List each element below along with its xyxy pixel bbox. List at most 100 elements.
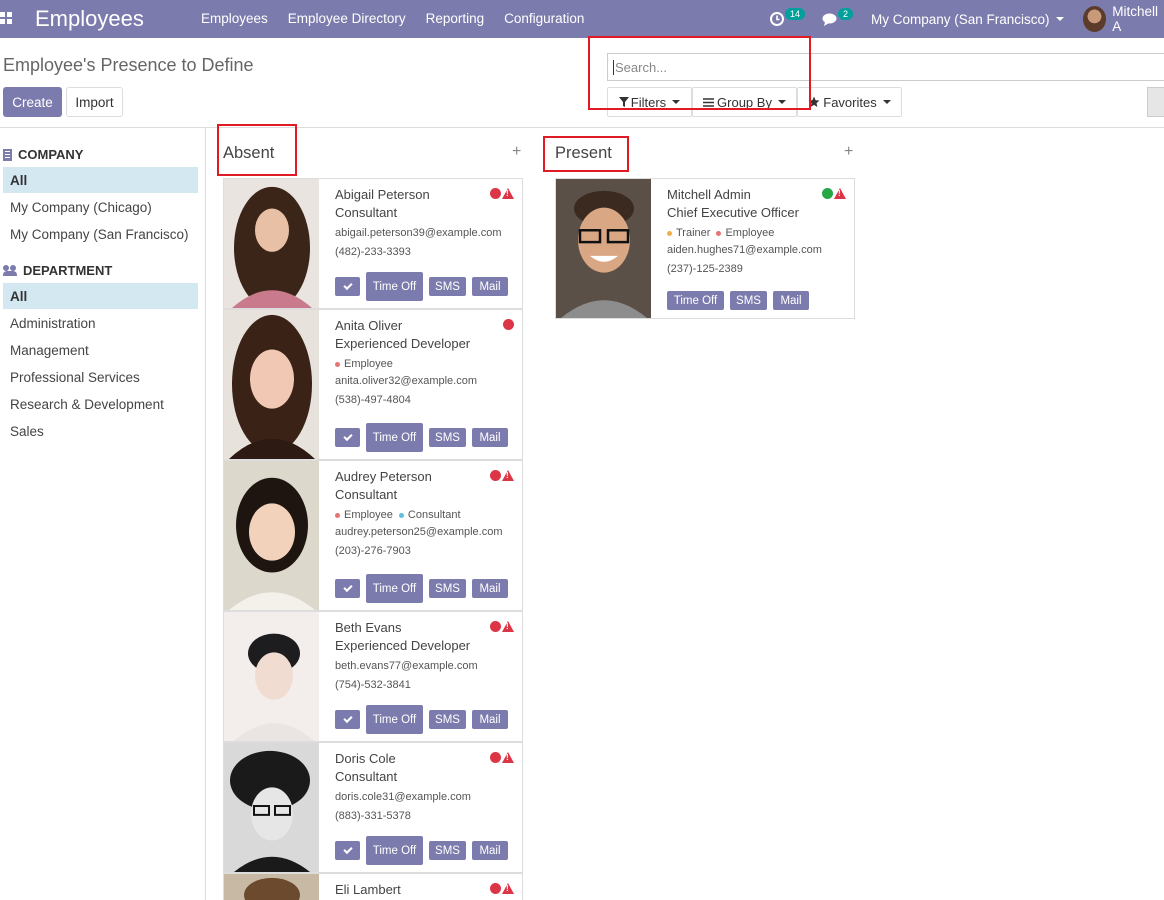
company-heading-label: COMPANY (18, 147, 84, 162)
card-actions: Time Off SMS Mail (335, 272, 508, 301)
employee-job-title: Consultant (335, 487, 398, 502)
main-menu: Employees Employee Directory Reporting C… (201, 11, 584, 26)
employee-card-abigail[interactable]: Abigail Peterson Consultant abigail.pete… (223, 178, 523, 309)
menu-employees[interactable]: Employees (201, 11, 268, 26)
add-in-column-present-icon[interactable]: + (844, 143, 853, 161)
mark-present-button[interactable] (335, 841, 360, 860)
employee-card-doris[interactable]: Doris Cole Consultant doris.cole31@examp… (223, 742, 523, 873)
department-filter-professional-services[interactable]: Professional Services (3, 364, 198, 390)
employee-name[interactable]: Beth Evans (335, 619, 522, 637)
tag-employee: Employee (344, 509, 393, 521)
clock-icon (770, 12, 784, 26)
add-in-column-absent-icon[interactable]: + (512, 143, 521, 161)
sms-button[interactable]: SMS (429, 841, 466, 860)
employee-name[interactable]: Doris Cole (335, 750, 522, 768)
employee-phone: (883)-331-5378 (335, 810, 411, 822)
mail-button[interactable]: Mail (773, 291, 809, 310)
favorites-button[interactable]: Favorites (797, 87, 902, 117)
employee-card-eli[interactable]: Eli Lambert (223, 873, 523, 900)
employee-card-anita[interactable]: Anita Oliver Experienced Developer Emplo… (223, 309, 523, 460)
employee-card-mitchell[interactable]: Mitchell Admin Chief Executive Officer T… (555, 178, 855, 319)
department-filter-all[interactable]: All (3, 283, 198, 309)
mark-present-button[interactable] (335, 710, 360, 729)
mark-present-button[interactable] (335, 428, 360, 447)
employee-email: beth.evans77@example.com (335, 660, 478, 672)
department-filter-research-development[interactable]: Research & Development (3, 391, 198, 417)
mail-button[interactable]: Mail (472, 277, 508, 296)
mail-button[interactable]: Mail (472, 428, 508, 447)
employee-name[interactable]: Eli Lambert (335, 881, 522, 899)
time-off-button[interactable]: Time Off (366, 836, 423, 865)
employee-tags: Employee Consultant (335, 509, 522, 521)
card-actions: Time Off SMS Mail (335, 705, 508, 734)
department-filter-management[interactable]: Management (3, 337, 198, 363)
employee-name[interactable]: Abigail Peterson (335, 186, 522, 204)
activity-menu[interactable]: 14 (770, 0, 806, 38)
highlight-box-present (543, 136, 629, 172)
time-off-button[interactable]: Time Off (366, 574, 423, 603)
employee-info: Beth Evans Experienced Developer beth.ev… (335, 619, 522, 691)
check-icon (342, 713, 353, 724)
employee-phone: (237)-125-2389 (667, 263, 743, 275)
card-actions: Time Off SMS Mail (335, 574, 508, 603)
time-off-button[interactable]: Time Off (667, 291, 724, 310)
employee-card-audrey[interactable]: Audrey Peterson Consultant Employee Cons… (223, 460, 523, 611)
favorites-label: Favorites (823, 94, 877, 110)
company-filter-san-francisco[interactable]: My Company (San Francisco) (3, 221, 198, 247)
user-name: Mitchell A (1112, 4, 1159, 34)
employee-tags: Employee (335, 358, 522, 370)
menu-configuration[interactable]: Configuration (504, 11, 584, 26)
employee-email: doris.cole31@example.com (335, 791, 471, 803)
department-section-heading: DEPARTMENT (3, 263, 112, 278)
check-icon (342, 431, 353, 442)
employee-phone: (538)-497-4804 (335, 394, 411, 406)
sms-button[interactable]: SMS (429, 428, 466, 447)
sms-button[interactable]: SMS (429, 277, 466, 296)
employee-info: Mitchell Admin Chief Executive Officer T… (667, 186, 854, 275)
kanban-view-button[interactable] (1147, 87, 1164, 117)
create-button[interactable]: Create (3, 87, 62, 117)
highlight-box-absent (217, 124, 297, 176)
user-menu[interactable]: Mitchell A (1083, 0, 1164, 38)
sms-button[interactable]: SMS (429, 579, 466, 598)
chevron-down-icon (882, 100, 891, 104)
activity-count-badge: 14 (785, 8, 806, 20)
department-filter-sales[interactable]: Sales (3, 418, 198, 444)
apps-menu-icon[interactable] (0, 12, 12, 24)
employee-name[interactable]: Mitchell Admin (667, 186, 854, 204)
tag-color-dot (716, 230, 722, 236)
tag-color-dot (335, 512, 340, 518)
menu-employee-directory[interactable]: Employee Directory (288, 11, 406, 26)
tag-color-dot (667, 230, 672, 236)
time-off-button[interactable]: Time Off (366, 423, 423, 452)
department-filter-administration[interactable]: Administration (3, 310, 198, 336)
employee-name[interactable]: Audrey Peterson (335, 468, 522, 486)
time-off-button[interactable]: Time Off (366, 705, 423, 734)
tag-consultant: Consultant (407, 509, 461, 521)
employee-photo (224, 310, 319, 459)
time-off-button[interactable]: Time Off (366, 272, 423, 301)
employee-card-beth[interactable]: Beth Evans Experienced Developer beth.ev… (223, 611, 523, 742)
mark-present-button[interactable] (335, 579, 360, 598)
employee-info: Abigail Peterson Consultant abigail.pete… (335, 186, 522, 258)
company-section-heading: COMPANY (3, 147, 83, 162)
employee-photo (224, 461, 319, 610)
employee-job-title: Chief Executive Officer (667, 205, 799, 220)
employee-info: Doris Cole Consultant doris.cole31@examp… (335, 750, 522, 822)
employee-name[interactable]: Anita Oliver (335, 317, 522, 335)
sms-button[interactable]: SMS (429, 710, 466, 729)
mail-button[interactable]: Mail (472, 579, 508, 598)
company-filter-chicago[interactable]: My Company (Chicago) (3, 194, 198, 220)
company-switcher[interactable]: My Company (San Francisco) (871, 0, 1064, 38)
sms-button[interactable]: SMS (730, 291, 767, 310)
mark-present-button[interactable] (335, 277, 360, 296)
import-button[interactable]: Import (66, 87, 123, 117)
messaging-menu[interactable]: 2 (822, 0, 854, 38)
company-filter-all[interactable]: All (3, 167, 198, 193)
employee-info: Eli Lambert (335, 881, 522, 899)
tag-trainer: Trainer (676, 227, 711, 239)
mail-button[interactable]: Mail (472, 841, 508, 860)
menu-reporting[interactable]: Reporting (426, 11, 485, 26)
building-icon (3, 148, 12, 161)
mail-button[interactable]: Mail (472, 710, 508, 729)
